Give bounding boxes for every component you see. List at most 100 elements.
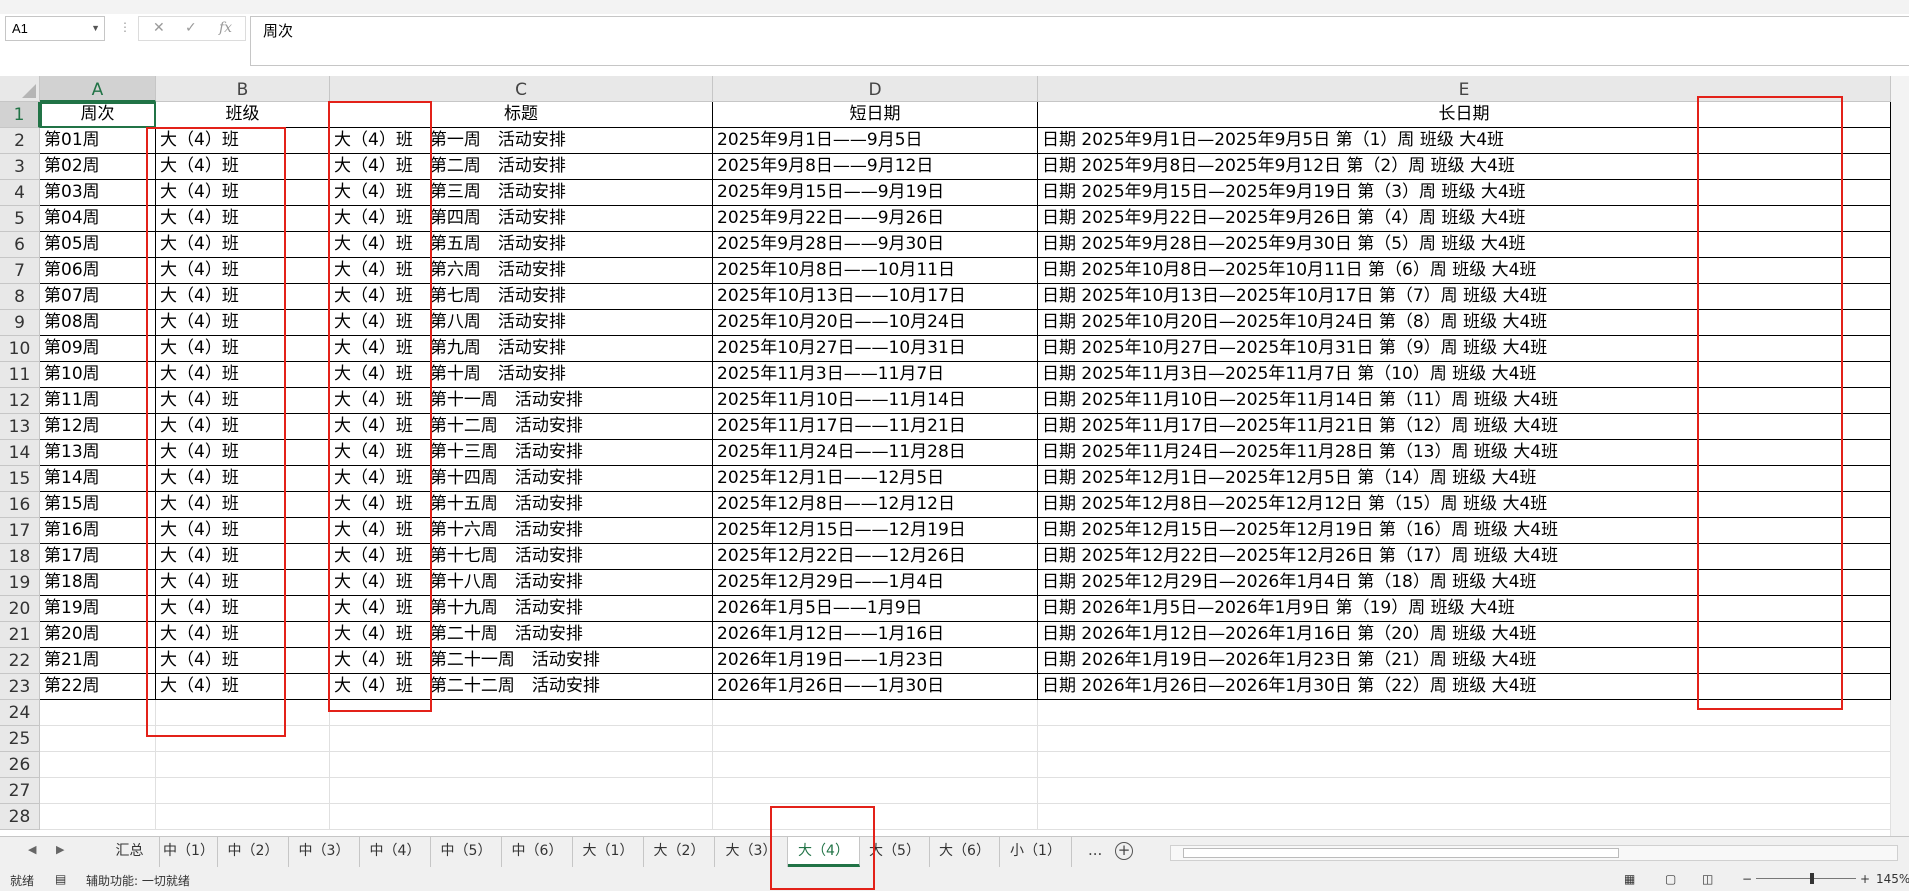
- vertical-scrollbar[interactable]: [1890, 76, 1909, 836]
- cell-e[interactable]: 日期 2025年11月3日—2025年11月7日 第（10）周 班级 大4班: [1038, 362, 1891, 388]
- cell-a[interactable]: 第16周: [40, 518, 156, 544]
- cell-a[interactable]: 第18周: [40, 570, 156, 596]
- cell-d[interactable]: 2025年9月28日——9月30日: [713, 232, 1038, 258]
- horizontal-scrollbar[interactable]: [1170, 845, 1898, 861]
- add-sheet-icon[interactable]: +: [1115, 842, 1133, 860]
- empty-cell[interactable]: [156, 778, 330, 804]
- cell-e[interactable]: 日期 2025年9月15日—2025年9月19日 第（3）周 班级 大4班: [1038, 180, 1891, 206]
- cell-d[interactable]: 2025年11月3日——11月7日: [713, 362, 1038, 388]
- empty-cell[interactable]: [713, 752, 1038, 778]
- cell-d[interactable]: 2025年12月29日——1月4日: [713, 570, 1038, 596]
- chevron-down-icon[interactable]: ▼: [91, 17, 100, 40]
- column-header-a[interactable]: A: [40, 76, 156, 102]
- cell-e[interactable]: 日期 2025年10月20日—2025年10月24日 第（8）周 班级 大4班: [1038, 310, 1891, 336]
- empty-cell[interactable]: [40, 804, 156, 830]
- row-header[interactable]: 4: [0, 180, 40, 206]
- cell-a[interactable]: 第01周: [40, 128, 156, 154]
- page-break-icon[interactable]: ◫: [1702, 872, 1713, 886]
- empty-cell[interactable]: [40, 726, 156, 752]
- empty-cell[interactable]: [40, 752, 156, 778]
- sheet-tab[interactable]: 中（6）: [502, 837, 573, 867]
- cell-d[interactable]: 2025年9月1日——9月5日: [713, 128, 1038, 154]
- empty-cell[interactable]: [713, 726, 1038, 752]
- cell-a[interactable]: 第19周: [40, 596, 156, 622]
- column-header-b[interactable]: B: [156, 76, 330, 102]
- cell-b[interactable]: 大（4）班: [156, 284, 330, 310]
- row-header[interactable]: 10: [0, 336, 40, 362]
- column-header-d[interactable]: D: [713, 76, 1038, 102]
- row-header[interactable]: 12: [0, 388, 40, 414]
- row-header[interactable]: 28: [0, 804, 40, 830]
- header-cell-d[interactable]: 短日期: [713, 102, 1038, 128]
- sheet-tab[interactable]: 中（4）: [360, 837, 431, 867]
- row-header[interactable]: 14: [0, 440, 40, 466]
- fx-icon[interactable]: fx: [219, 20, 232, 36]
- empty-cell[interactable]: [1038, 726, 1891, 752]
- empty-cell[interactable]: [330, 726, 713, 752]
- zoom-level[interactable]: 145%: [1876, 872, 1909, 886]
- cell-d[interactable]: 2025年11月24日——11月28日: [713, 440, 1038, 466]
- cell-c[interactable]: 大（4）班 第九周 活动安排: [330, 336, 713, 362]
- cell-b[interactable]: 大（4）班: [156, 362, 330, 388]
- row-header[interactable]: 3: [0, 154, 40, 180]
- cell-c[interactable]: 大（4）班 第十七周 活动安排: [330, 544, 713, 570]
- zoom-slider-thumb[interactable]: [1810, 873, 1814, 884]
- cell-d[interactable]: 2026年1月19日——1月23日: [713, 648, 1038, 674]
- header-cell-e[interactable]: 长日期: [1038, 102, 1891, 128]
- row-header[interactable]: 6: [0, 232, 40, 258]
- cell-c[interactable]: 大（4）班 第十四周 活动安排: [330, 466, 713, 492]
- cell-b[interactable]: 大（4）班: [156, 180, 330, 206]
- cell-a[interactable]: 第12周: [40, 414, 156, 440]
- cell-b[interactable]: 大（4）班: [156, 388, 330, 414]
- sheet-tab[interactable]: 大（5）: [860, 837, 930, 867]
- cell-d[interactable]: 2025年10月8日——10月11日: [713, 258, 1038, 284]
- enter-icon[interactable]: ✓: [185, 20, 197, 36]
- cell-c[interactable]: 大（4）班 第四周 活动安排: [330, 206, 713, 232]
- sheet-tab[interactable]: 大（1）: [573, 837, 644, 867]
- zoom-in-button[interactable]: +: [1860, 872, 1870, 886]
- row-header[interactable]: 2: [0, 128, 40, 154]
- cell-d[interactable]: 2025年10月27日——10月31日: [713, 336, 1038, 362]
- cell-a[interactable]: 第20周: [40, 622, 156, 648]
- cell-b[interactable]: 大（4）班: [156, 596, 330, 622]
- row-header[interactable]: 11: [0, 362, 40, 388]
- empty-cell[interactable]: [713, 804, 1038, 830]
- cell-c[interactable]: 大（4）班 第十二周 活动安排: [330, 414, 713, 440]
- cell-d[interactable]: 2025年9月22日——9月26日: [713, 206, 1038, 232]
- cell-a[interactable]: 第04周: [40, 206, 156, 232]
- cell-d[interactable]: 2026年1月5日——1月9日: [713, 596, 1038, 622]
- scrollbar-thumb[interactable]: [1183, 848, 1619, 858]
- cell-c[interactable]: 大（4）班 第五周 活动安排: [330, 232, 713, 258]
- cell-d[interactable]: 2025年12月1日——12月5日: [713, 466, 1038, 492]
- cell-e[interactable]: 日期 2026年1月26日—2026年1月30日 第（22）周 班级 大4班: [1038, 674, 1891, 700]
- cell-c[interactable]: 大（4）班 第十六周 活动安排: [330, 518, 713, 544]
- cancel-icon[interactable]: ✕: [153, 20, 165, 36]
- cell-e[interactable]: 日期 2025年12月29日—2026年1月4日 第（18）周 班级 大4班: [1038, 570, 1891, 596]
- row-header[interactable]: 7: [0, 258, 40, 284]
- cell-c[interactable]: 大（4）班 第八周 活动安排: [330, 310, 713, 336]
- cell-c[interactable]: 大（4）班 第二十二周 活动安排: [330, 674, 713, 700]
- empty-cell[interactable]: [40, 700, 156, 726]
- sheet-tab[interactable]: 大（6）: [930, 837, 1000, 867]
- zoom-slider[interactable]: [1756, 878, 1856, 879]
- cell-b[interactable]: 大（4）班: [156, 518, 330, 544]
- row-header[interactable]: 25: [0, 726, 40, 752]
- cell-a[interactable]: 第08周: [40, 310, 156, 336]
- cell-e[interactable]: 日期 2025年10月13日—2025年10月17日 第（7）周 班级 大4班: [1038, 284, 1891, 310]
- row-header[interactable]: 5: [0, 206, 40, 232]
- cell-c[interactable]: 大（4）班 第十五周 活动安排: [330, 492, 713, 518]
- row-header[interactable]: 16: [0, 492, 40, 518]
- empty-cell[interactable]: [156, 804, 330, 830]
- cell-c[interactable]: 大（4）班 第二十周 活动安排: [330, 622, 713, 648]
- column-header-e[interactable]: E: [1038, 76, 1891, 102]
- empty-cell[interactable]: [1038, 778, 1891, 804]
- sheet-tab[interactable]: 中（2）: [218, 837, 289, 867]
- row-header[interactable]: 22: [0, 648, 40, 674]
- sheet-tab[interactable]: 大（4）: [788, 837, 860, 867]
- accessibility-status[interactable]: 辅助功能: 一切就绪: [86, 872, 190, 889]
- cell-e[interactable]: 日期 2025年12月22日—2025年12月26日 第（17）周 班级 大4班: [1038, 544, 1891, 570]
- cell-b[interactable]: 大（4）班: [156, 674, 330, 700]
- cell-e[interactable]: 日期 2025年9月22日—2025年9月26日 第（4）周 班级 大4班: [1038, 206, 1891, 232]
- row-header[interactable]: 13: [0, 414, 40, 440]
- cell-e[interactable]: 日期 2025年11月17日—2025年11月21日 第（12）周 班级 大4班: [1038, 414, 1891, 440]
